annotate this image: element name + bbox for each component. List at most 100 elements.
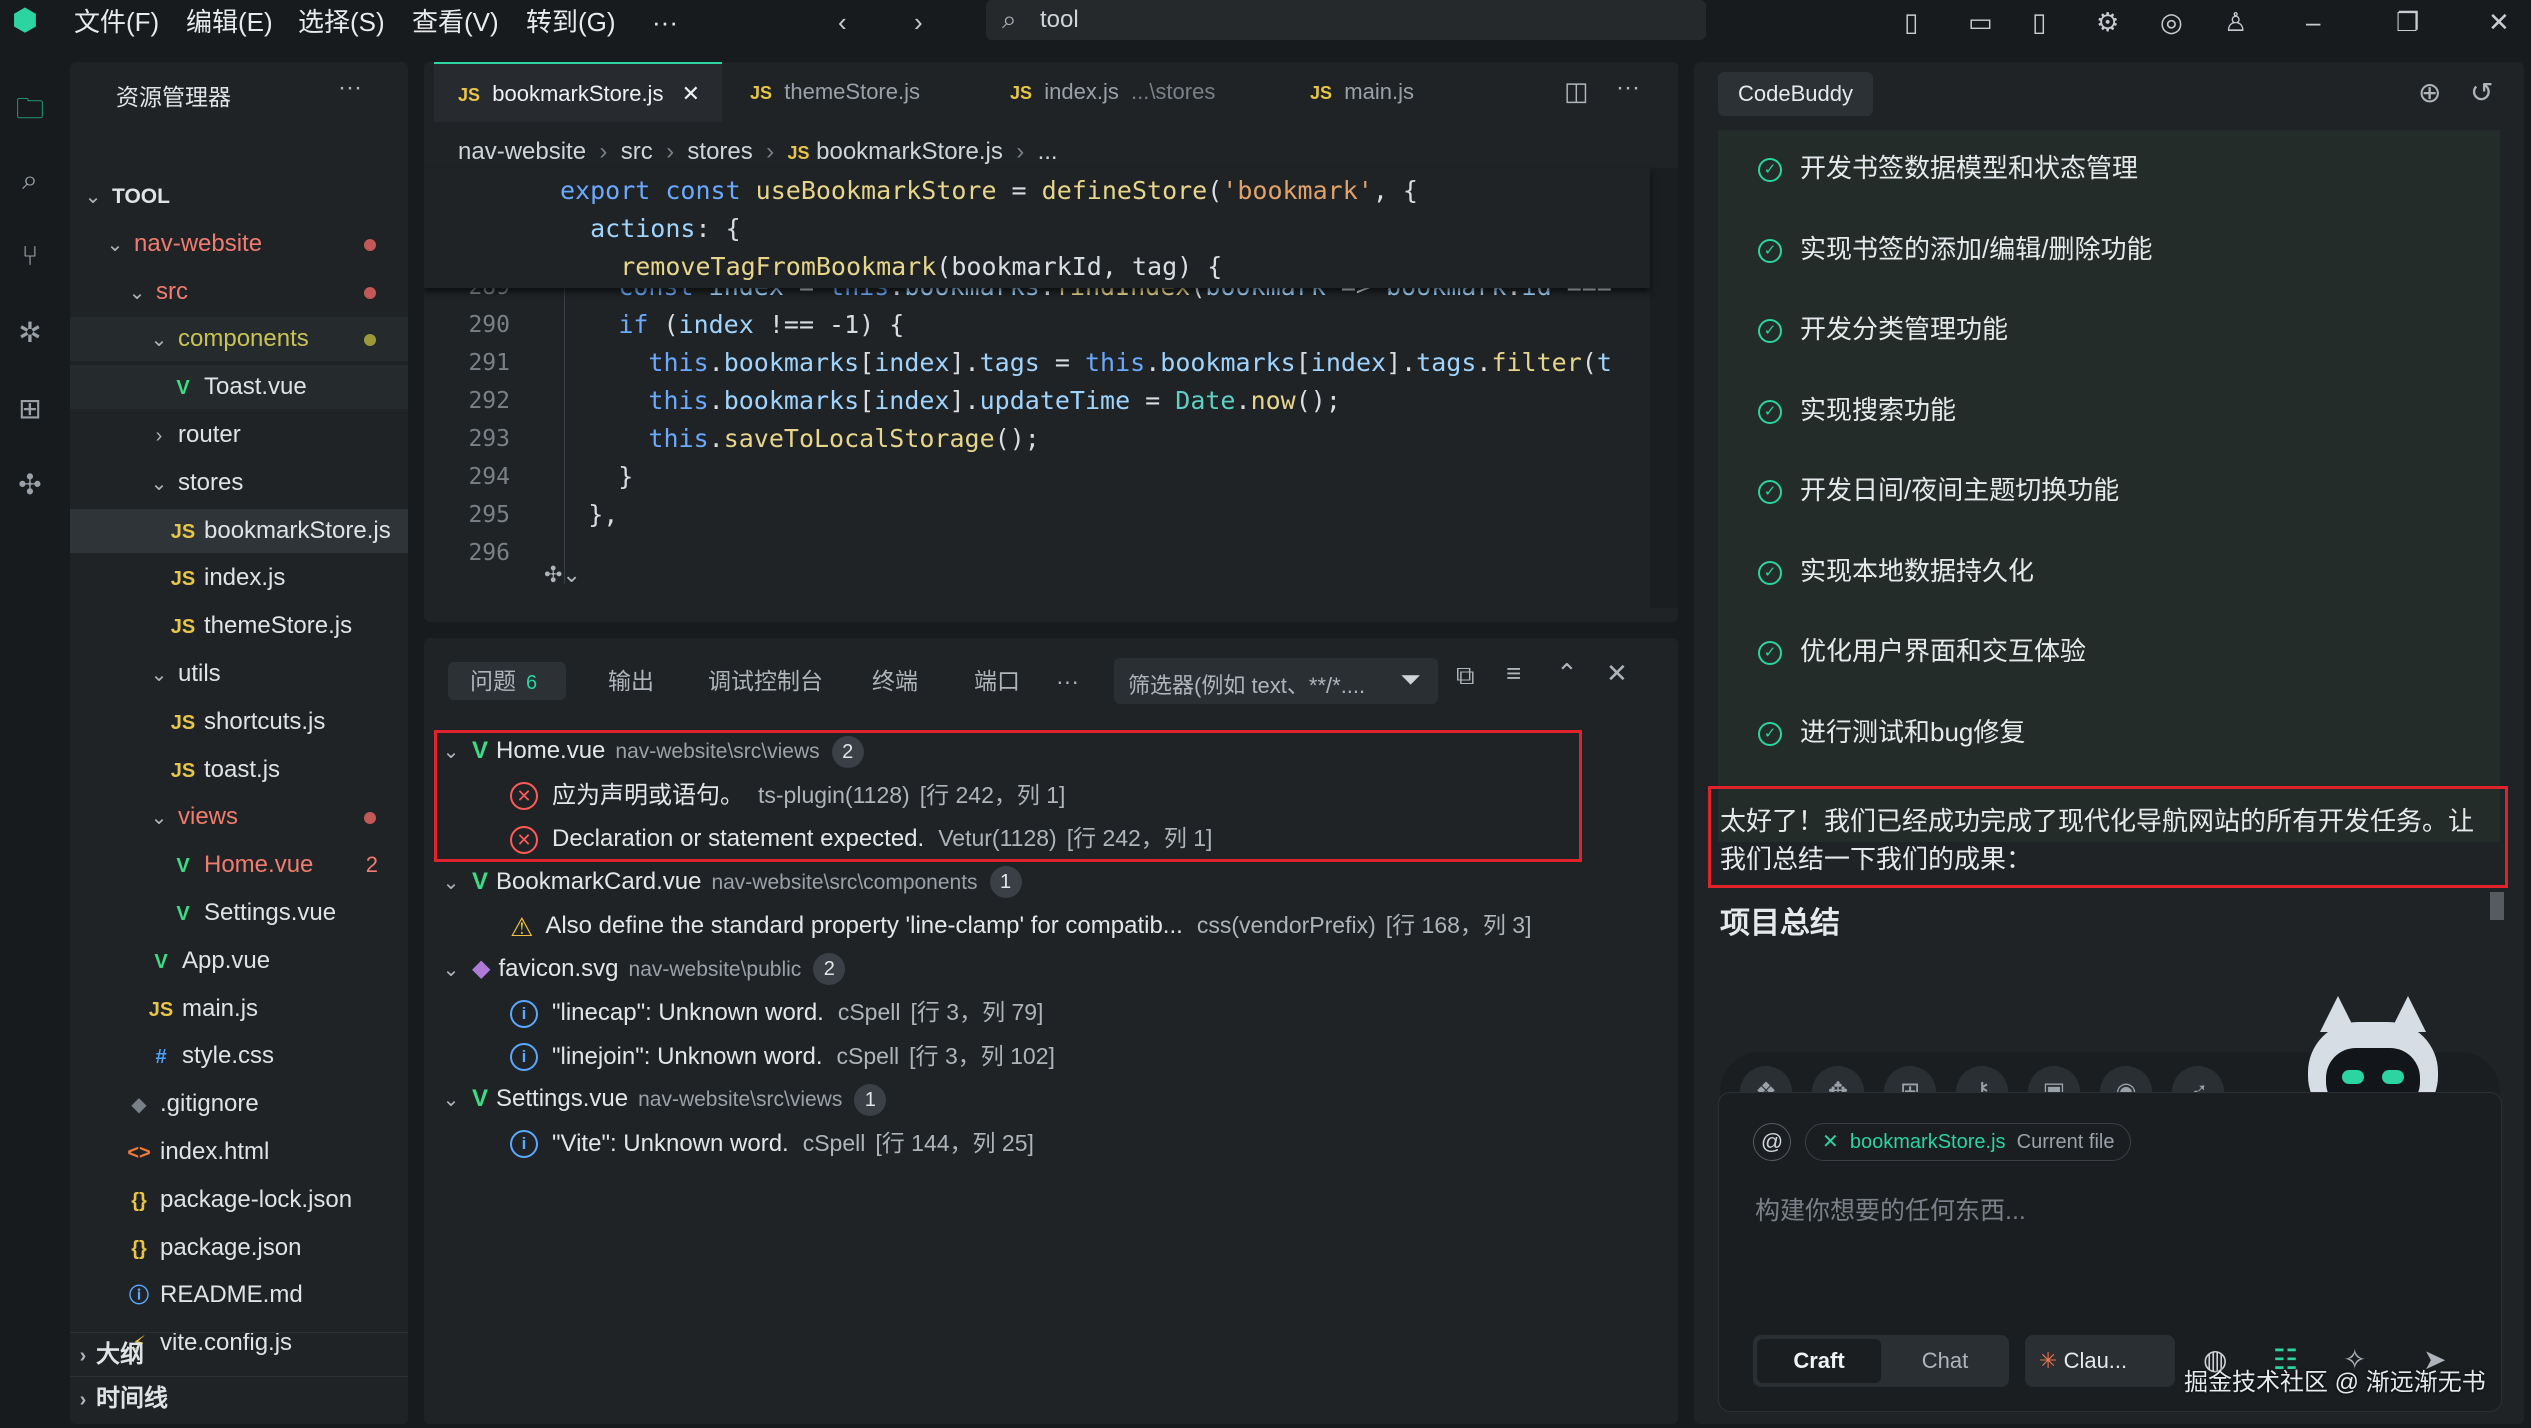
filter-funnel-icon[interactable]: ⏷ <box>1400 664 1421 696</box>
tab-terminal[interactable]: 终端 <box>872 662 918 700</box>
problem-group[interactable]: ⌄ ◆ favicon.svg nav-website\public 2 <box>424 948 1678 990</box>
editor-scrollbar[interactable] <box>1650 168 1678 608</box>
extensions-icon[interactable]: ⊞ <box>12 392 48 425</box>
tab-debug-console[interactable]: 调试控制台 <box>708 662 823 700</box>
code-line[interactable]: this.bookmarks[index].updateTime = Date.… <box>528 386 1340 415</box>
code-line[interactable]: this.bookmarks[index].tags = this.bookma… <box>528 348 1611 377</box>
code-line[interactable]: if (index !== -1) { <box>528 310 904 339</box>
problem-item[interactable]: i "linecap": Unknown word. cSpell [行 3，列 79… <box>424 991 1678 1033</box>
explorer-more-icon[interactable]: ··· <box>338 74 362 102</box>
tab-main[interactable]: JS main.js <box>1310 62 1470 122</box>
sticky-line[interactable]: export const useBookmarkStore = defineSt… <box>560 176 1418 205</box>
tree-item[interactable]: V Settings.vue <box>70 891 408 935</box>
search-view-icon[interactable]: ⌕ <box>12 164 48 197</box>
mode-craft-button[interactable]: Craft <box>1757 1339 1881 1383</box>
tree-item[interactable]: JS index.js <box>70 556 408 600</box>
collapse-all-icon[interactable]: ⧉ <box>1456 660 1475 692</box>
new-chat-icon[interactable]: ⊕ <box>2418 76 2441 109</box>
codebuddy-tab[interactable]: CodeBuddy <box>1718 72 1873 116</box>
source-control-icon[interactable]: ⑂ <box>12 240 48 272</box>
tree-item[interactable]: JS main.js <box>70 987 408 1031</box>
tree-item[interactable]: {} package.json <box>70 1226 408 1270</box>
code-line[interactable]: }, <box>528 500 618 529</box>
close-window-icon[interactable]: ✕ <box>2488 8 2510 36</box>
history-icon[interactable]: ↺ <box>2470 76 2493 109</box>
tree-item[interactable]: V App.vue <box>70 939 408 983</box>
menu-go[interactable]: 转到(G) <box>526 4 616 40</box>
nav-forward-icon[interactable]: › <box>914 8 923 36</box>
menu-view[interactable]: 查看(V) <box>412 4 499 40</box>
search-input[interactable]: tool <box>1040 6 1079 34</box>
editor-more-icon[interactable]: ··· <box>1616 74 1640 102</box>
remove-context-icon[interactable]: ✕ <box>1822 1131 1839 1153</box>
code-lens-icon[interactable]: ✣⌄ <box>544 562 581 588</box>
tree-item[interactable]: <> index.html <box>70 1130 408 1174</box>
tree-item[interactable]: ⌄ stores <box>70 461 408 505</box>
browser-icon[interactable]: ◎ <box>2160 8 2183 36</box>
tree-item[interactable]: {} package-lock.json <box>70 1178 408 1222</box>
menu-file[interactable]: 文件(F) <box>74 4 159 40</box>
tree-item[interactable]: ⌄ nav-website <box>70 222 408 266</box>
code-area[interactable]: 289 const index = this.bookmarks.findInd… <box>424 284 1650 584</box>
mode-chat-button[interactable]: Chat <box>1885 1339 2005 1383</box>
model-selector[interactable]: ✳ Clau... <box>2025 1335 2175 1387</box>
tree-item[interactable]: ◆ .gitignore <box>70 1082 408 1126</box>
problem-item[interactable]: i "linejoin": Unknown word. cSpell [行 3，列 1… <box>424 1035 1678 1077</box>
minimize-icon[interactable]: – <box>2306 8 2320 36</box>
tab-output[interactable]: 输出 <box>608 662 654 700</box>
breadcrumb-item[interactable]: ... <box>1038 138 1058 165</box>
close-tab-icon[interactable]: ✕ <box>682 81 700 106</box>
problem-item[interactable]: i "Vite": Unknown word. cSpell [行 144，列 25] <box>424 1122 1678 1164</box>
timeline-section[interactable]: › 时间线 <box>70 1376 408 1420</box>
tree-item[interactable]: ⓘ README.md <box>70 1273 408 1317</box>
sticky-line[interactable]: actions: { <box>560 214 741 243</box>
breadcrumb-item[interactable]: src <box>621 138 653 165</box>
tree-item[interactable]: JS bookmarkStore.js <box>70 508 408 553</box>
restore-icon[interactable]: ❐ <box>2396 8 2419 36</box>
toggle-panel-icon[interactable]: ▭ <box>1968 8 1993 36</box>
code-line[interactable]: this.saveToLocalStorage(); <box>528 424 1039 453</box>
outline-section[interactable]: › 大纲 <box>70 1332 408 1376</box>
menu-selection[interactable]: 选择(S) <box>298 4 385 40</box>
tree-item[interactable]: ⌄ utils <box>70 652 408 696</box>
menu-more[interactable]: ··· <box>652 4 678 40</box>
tab-themestore[interactable]: JS themeStore.js <box>750 62 970 122</box>
code-line[interactable]: } <box>528 462 633 491</box>
tree-item[interactable]: ⌄ TOOL <box>70 174 408 218</box>
settings-gear-icon[interactable]: ⚙ <box>2096 8 2119 36</box>
tree-item[interactable]: V Home.vue 2 <box>70 843 408 887</box>
maximize-panel-icon[interactable]: ⌃ <box>1556 658 1578 689</box>
tree-item[interactable]: ⌄ components <box>70 317 408 362</box>
menu-edit[interactable]: 编辑(E) <box>186 4 273 40</box>
tab-ports[interactable]: 端口 <box>974 662 1020 700</box>
tree-item[interactable]: ⌄ views <box>70 795 408 839</box>
explorer-files-icon[interactable]: 🗀 <box>12 88 48 136</box>
account-icon[interactable]: ♙ <box>2224 8 2247 36</box>
tree-item[interactable]: JS themeStore.js <box>70 604 408 648</box>
nav-back-icon[interactable]: ‹ <box>838 8 847 36</box>
toggle-sidebar-icon[interactable]: ▯ <box>1904 8 1918 36</box>
tab-index[interactable]: JS index.js ...\stores <box>1010 62 1260 122</box>
tab-bookmarkstore[interactable]: JS bookmarkStore.js ✕ <box>434 62 722 122</box>
tree-item[interactable]: ⌄ src <box>70 270 408 314</box>
mention-button[interactable]: @ <box>1753 1123 1791 1161</box>
problem-group[interactable]: ⌄ V BookmarkCard.vue nav-website\src\compon… <box>424 861 1678 903</box>
breadcrumb-item[interactable]: stores <box>687 138 752 165</box>
codebuddy-icon[interactable]: ✣ <box>12 468 48 501</box>
tree-item[interactable]: V Toast.vue <box>70 365 408 410</box>
breadcrumb-item[interactable]: bookmarkStore.js <box>816 138 1003 165</box>
problem-group[interactable]: ⌄ V Settings.vue nav-website\src\views 1 <box>424 1078 1678 1120</box>
tree-item[interactable]: # style.css <box>70 1034 408 1078</box>
split-editor-icon[interactable]: ◫ <box>1564 76 1589 107</box>
view-as-list-icon[interactable]: ≡ <box>1506 658 1521 689</box>
chat-scrollbar[interactable] <box>2490 892 2504 920</box>
sticky-line[interactable]: removeTagFromBookmark(bookmarkId, tag) { <box>560 252 1222 281</box>
toggle-secondary-sidebar-icon[interactable]: ▯ <box>2032 8 2046 36</box>
problem-item[interactable]: ⚠ Also define the standard property 'line… <box>424 904 1678 946</box>
tree-item[interactable]: JS shortcuts.js <box>70 700 408 744</box>
breadcrumb-item[interactable]: nav-website <box>458 138 586 165</box>
filter-input[interactable]: 筛选器(例如 text、**/*.... ⏷ <box>1114 658 1438 704</box>
tab-problems[interactable]: 问题 6 <box>448 662 566 700</box>
command-search[interactable]: ⌕ tool <box>986 0 1706 40</box>
debug-icon[interactable]: ✲ <box>12 316 48 349</box>
